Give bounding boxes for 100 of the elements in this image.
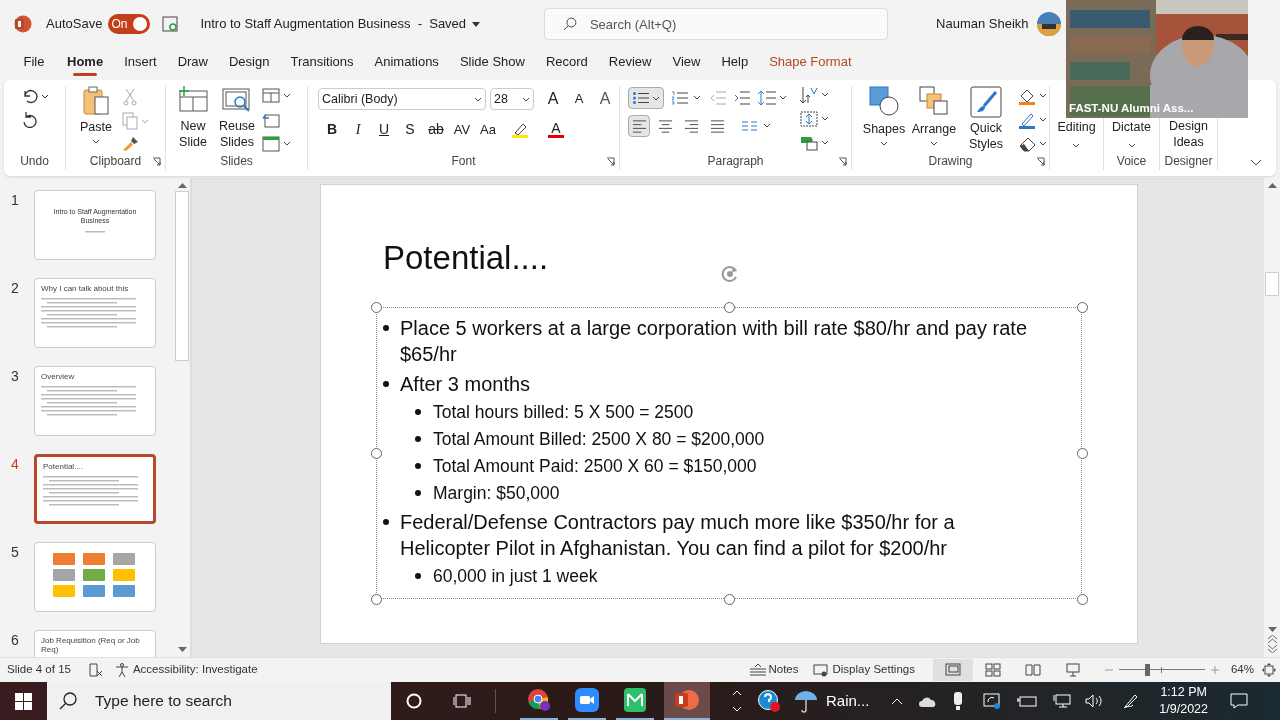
clock-time[interactable]: 1:12 PM bbox=[1160, 684, 1207, 701]
eraser-icon[interactable] bbox=[1018, 136, 1048, 152]
resize-handle[interactable] bbox=[1077, 448, 1088, 459]
slide-thumbnail[interactable]: Potential.... bbox=[34, 454, 156, 524]
document-title[interactable]: Intro to Staff Augmentation Business - Saved bbox=[200, 14, 467, 34]
font-size-dropdown[interactable]: 28 bbox=[490, 88, 534, 110]
reset-icon[interactable] bbox=[262, 112, 280, 128]
task-view-icon[interactable] bbox=[453, 693, 471, 709]
menu-tab[interactable]: Record bbox=[535, 49, 598, 79]
paste-button[interactable]: Paste bbox=[78, 86, 114, 152]
smartart-icon[interactable] bbox=[800, 134, 830, 152]
menu-tab[interactable]: File bbox=[12, 49, 56, 79]
quick-styles-button[interactable]: Quick Styles bbox=[962, 86, 1010, 152]
dialog-launcher-icon[interactable] bbox=[152, 157, 161, 166]
font-color-button[interactable]: A bbox=[548, 121, 564, 138]
format-painter-icon[interactable] bbox=[122, 136, 140, 152]
notes-button[interactable]: Notes bbox=[750, 661, 799, 679]
display-sync-icon[interactable] bbox=[983, 693, 1002, 709]
slide-thumbnail[interactable]: Why I can talk about this bbox=[34, 278, 156, 348]
chevron-down-icon[interactable] bbox=[732, 706, 742, 712]
volume-icon[interactable] bbox=[1085, 694, 1104, 708]
avatar-icon[interactable] bbox=[1036, 12, 1061, 36]
menu-tab[interactable]: Home bbox=[57, 49, 114, 79]
new-slide-button[interactable]: New Slide bbox=[174, 86, 212, 152]
spelling-icon[interactable] bbox=[88, 663, 103, 677]
scrollbar-thumb[interactable] bbox=[175, 191, 189, 361]
fit-slide-icon[interactable] bbox=[1262, 663, 1276, 677]
zoom-slider[interactable] bbox=[1118, 664, 1205, 676]
dialog-launcher-icon[interactable] bbox=[606, 157, 615, 166]
windows-start-icon[interactable] bbox=[15, 692, 32, 710]
weather-text[interactable]: Rain... bbox=[826, 689, 870, 713]
menu-tab[interactable]: Help bbox=[711, 49, 759, 79]
highlight-color-button[interactable] bbox=[512, 121, 528, 138]
font-format-button[interactable]: AV bbox=[452, 119, 472, 140]
design-ideas-button[interactable]: Design Ideas bbox=[1169, 118, 1208, 150]
powerpoint-taskbar-button[interactable] bbox=[664, 682, 710, 720]
resize-handle[interactable] bbox=[1077, 302, 1088, 313]
clock-date[interactable]: 1/9/2022 bbox=[1159, 701, 1209, 718]
line-spacing-icon[interactable] bbox=[758, 90, 788, 106]
resize-handle[interactable] bbox=[724, 594, 735, 605]
grow-font-button[interactable]: A bbox=[542, 87, 564, 111]
search-field[interactable]: Search (Alt+Q) bbox=[589, 10, 888, 38]
zoom-slider-thumb[interactable] bbox=[1144, 664, 1150, 676]
notification-icon[interactable] bbox=[1230, 693, 1249, 709]
dialog-launcher-icon[interactable] bbox=[838, 157, 847, 166]
cloud-icon[interactable] bbox=[919, 695, 938, 707]
slide-thumbnail[interactable]: Job Requisition (Req or Job Req) bbox=[34, 630, 156, 657]
display-settings-button[interactable]: Display Settings bbox=[812, 661, 915, 679]
align-text-icon[interactable] bbox=[800, 110, 830, 128]
resize-handle[interactable] bbox=[724, 302, 735, 313]
reuse-slides-button[interactable]: Reuse Slides bbox=[218, 86, 256, 152]
layout-icon[interactable] bbox=[262, 88, 292, 104]
chevron-up-icon[interactable] bbox=[891, 697, 904, 705]
increase-indent-icon[interactable] bbox=[734, 91, 750, 105]
search-box[interactable]: Search (Alt+Q) bbox=[544, 8, 889, 40]
accessibility-icon[interactable] bbox=[114, 663, 129, 677]
menu-tab[interactable]: Animations bbox=[364, 49, 449, 79]
resize-handle[interactable] bbox=[1077, 594, 1088, 605]
help-icon[interactable] bbox=[758, 690, 780, 712]
section-icon[interactable] bbox=[262, 136, 292, 152]
battery-icon[interactable] bbox=[1017, 695, 1038, 707]
shapes-button[interactable]: Shapes bbox=[862, 86, 906, 152]
menu-tab[interactable]: Shape Format bbox=[759, 49, 862, 79]
taskbar-search-box[interactable]: Type here to search bbox=[47, 682, 391, 720]
clear-formatting-button[interactable]: A bbox=[594, 87, 616, 111]
shrink-font-button[interactable]: A bbox=[568, 89, 590, 109]
dialog-launcher-icon[interactable] bbox=[1036, 157, 1045, 166]
arrange-button[interactable]: Arrange bbox=[910, 86, 958, 152]
zoom-level[interactable]: 64% bbox=[1230, 661, 1254, 679]
font-format-button[interactable]: Aa bbox=[478, 119, 498, 140]
umbrella-icon[interactable] bbox=[794, 689, 818, 713]
network-icon[interactable] bbox=[1053, 694, 1072, 708]
bullets-button[interactable] bbox=[628, 87, 664, 109]
autosave-toggle[interactable]: On bbox=[108, 14, 151, 34]
chevron-up-icon[interactable] bbox=[732, 690, 742, 696]
font-name-dropdown[interactable]: Calibri (Body) bbox=[318, 88, 486, 110]
text-direction-icon[interactable] bbox=[800, 86, 830, 104]
menu-tab[interactable]: View bbox=[662, 49, 711, 79]
shape-outline-icon[interactable] bbox=[1018, 112, 1048, 130]
align-button[interactable] bbox=[628, 115, 650, 137]
resize-handle[interactable] bbox=[371, 302, 382, 313]
slide-thumbnail[interactable] bbox=[34, 542, 156, 612]
menu-tab[interactable]: Insert bbox=[114, 49, 167, 79]
menu-tab[interactable]: Transitions bbox=[280, 49, 364, 79]
numbering-icon[interactable] bbox=[672, 91, 702, 105]
dictate-button[interactable]: Dictate bbox=[1112, 118, 1151, 148]
shape-fill-icon[interactable] bbox=[1018, 88, 1048, 106]
caret-icon[interactable] bbox=[472, 21, 481, 27]
accessibility-status[interactable]: Accessibility: Investigate bbox=[132, 661, 258, 679]
menu-tab[interactable]: Slide Show bbox=[449, 49, 535, 79]
slide-thumbnail[interactable]: Overview bbox=[34, 366, 156, 436]
collapse-ribbon-icon[interactable] bbox=[1250, 159, 1262, 166]
font-format-button[interactable]: S bbox=[400, 119, 420, 140]
normal-view-button[interactable] bbox=[932, 659, 973, 681]
menu-tab[interactable]: Draw bbox=[167, 49, 218, 79]
font-format-button[interactable]: B bbox=[322, 119, 342, 140]
resize-handle[interactable] bbox=[371, 594, 382, 605]
font-format-button[interactable]: ab bbox=[426, 119, 446, 140]
taskbar-search-field[interactable]: Type here to search bbox=[95, 685, 385, 717]
editing-button[interactable]: Editing bbox=[1057, 118, 1096, 148]
